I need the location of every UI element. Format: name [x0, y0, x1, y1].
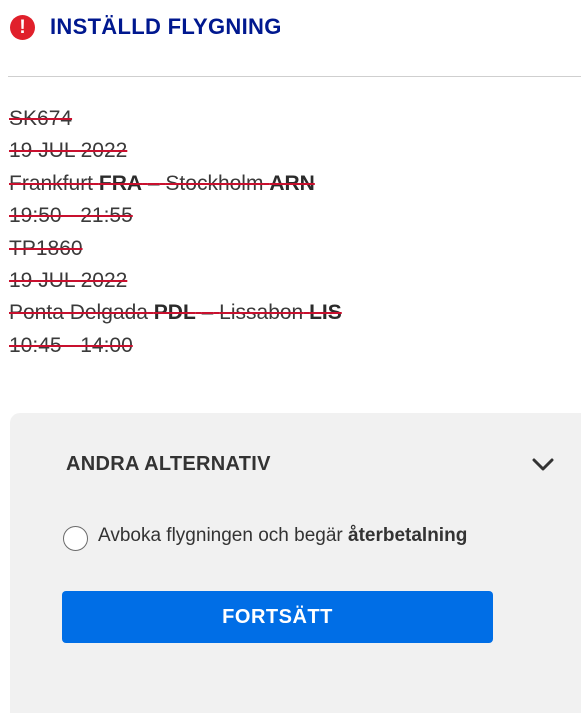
- continue-button[interactable]: FORTSÄTT: [62, 591, 493, 643]
- other-options-panel: ANDRA ALTERNATIV Avboka flygningen och b…: [10, 413, 581, 713]
- refund-radio-label[interactable]: Avboka flygningen och begär återbetalnin…: [98, 525, 467, 547]
- flight-time: 10:45 - 14:00: [9, 333, 133, 357]
- chevron-down-icon[interactable]: [532, 457, 554, 473]
- flight-route: Frankfurt FRA – Stockholm ARN: [9, 171, 315, 195]
- header-divider: [8, 76, 581, 77]
- flight-number: SK674: [9, 107, 73, 130]
- other-options-title[interactable]: ANDRA ALTERNATIV: [66, 453, 271, 476]
- flight-route: Ponta Delgada PDL – Lissabon LIS: [9, 301, 342, 325]
- flight-number: TP1860: [9, 236, 83, 260]
- cancelled-flights-list: SK674 19 JUL 2022 Frankfurt FRA – Stockh…: [9, 106, 342, 365]
- page-title: INSTÄLLD FLYGNING: [50, 14, 282, 39]
- cancelled-flight-header: ! INSTÄLLD FLYGNING: [0, 0, 581, 76]
- flight-time: 19:50 - 21:55: [9, 204, 133, 228]
- alert-exclamation-icon: !: [10, 15, 35, 40]
- refund-radio[interactable]: [63, 526, 88, 551]
- flight-date: 19 JUL 2022: [9, 268, 128, 292]
- flight-date: 19 JUL 2022: [9, 139, 128, 163]
